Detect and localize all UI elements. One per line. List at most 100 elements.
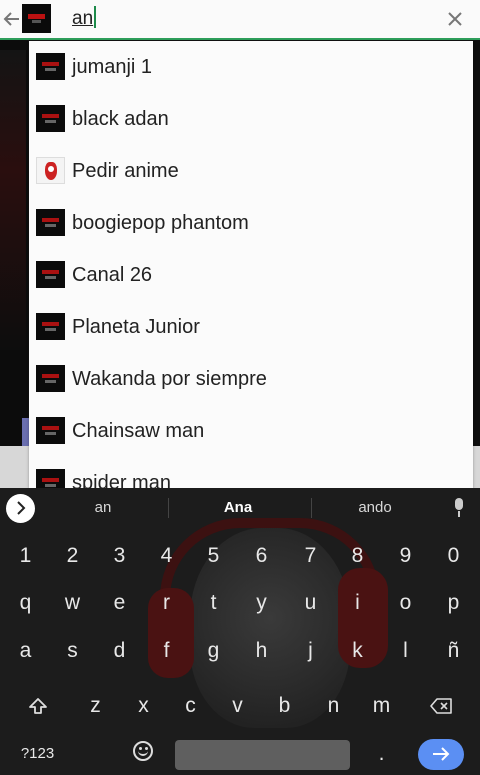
symbols-key[interactable]: ?123 bbox=[10, 730, 65, 775]
search-bar: an bbox=[0, 0, 480, 40]
bottom-row: ?123 . bbox=[0, 730, 480, 775]
enter-key[interactable] bbox=[418, 739, 464, 770]
key-o[interactable]: o bbox=[382, 579, 429, 627]
key-d[interactable]: d bbox=[96, 627, 143, 675]
suggestion-item[interactable]: Chainsaw man bbox=[29, 405, 473, 457]
app-logo bbox=[22, 4, 51, 33]
search-input[interactable]: an bbox=[72, 6, 432, 32]
suggestion-item[interactable]: boogiepop phantom bbox=[29, 197, 473, 249]
suggestion-item[interactable]: Planeta Junior bbox=[29, 301, 473, 353]
suggestion-item[interactable]: spider man bbox=[29, 457, 473, 488]
key-6[interactable]: 6 bbox=[238, 532, 285, 580]
chevron-right-icon bbox=[16, 501, 25, 515]
on-screen-keyboard: an Ana ando 1 2 3 4 5 6 7 8 9 0 q w e r … bbox=[0, 488, 480, 775]
channel-logo-icon bbox=[36, 209, 65, 236]
keyboard-suggestion[interactable]: Ana bbox=[178, 498, 298, 518]
clear-search-button[interactable] bbox=[442, 6, 468, 32]
key-x[interactable]: x bbox=[120, 682, 167, 730]
arrow-left-icon bbox=[3, 12, 19, 26]
key-2[interactable]: 2 bbox=[49, 532, 96, 580]
shift-key[interactable] bbox=[14, 682, 62, 730]
key-y[interactable]: y bbox=[238, 579, 285, 627]
key-t[interactable]: t bbox=[190, 579, 237, 627]
text-caret bbox=[94, 6, 97, 28]
key-p[interactable]: p bbox=[430, 579, 477, 627]
close-icon bbox=[448, 12, 462, 26]
key-g[interactable]: g bbox=[190, 627, 237, 675]
suggestion-label: black adan bbox=[72, 108, 169, 130]
key-s[interactable]: s bbox=[49, 627, 96, 675]
key-a[interactable]: a bbox=[2, 627, 49, 675]
channel-logo-icon bbox=[36, 417, 65, 444]
expand-toolbar-button[interactable] bbox=[6, 494, 35, 523]
suggestion-item[interactable]: jumanji 1 bbox=[29, 41, 473, 93]
key-r[interactable]: r bbox=[143, 579, 190, 627]
suggestion-label: boogiepop phantom bbox=[72, 212, 249, 234]
background-left-strip bbox=[0, 40, 30, 488]
key-h[interactable]: h bbox=[238, 627, 285, 675]
key-v[interactable]: v bbox=[214, 682, 261, 730]
suggestion-item[interactable]: Pedir anime bbox=[29, 145, 473, 197]
suggestion-label: Chainsaw man bbox=[72, 420, 205, 442]
key-c[interactable]: c bbox=[167, 682, 214, 730]
key-k[interactable]: k bbox=[334, 627, 381, 675]
divider bbox=[311, 498, 312, 518]
key-3[interactable]: 3 bbox=[96, 532, 143, 580]
key-l[interactable]: l bbox=[382, 627, 429, 675]
letter-row-1: q w e r t y u i o p bbox=[0, 579, 480, 627]
space-bar[interactable] bbox=[175, 740, 350, 770]
key-n-tilde[interactable]: ñ bbox=[430, 627, 477, 675]
key-e[interactable]: e bbox=[96, 579, 143, 627]
suggestion-label: Pedir anime bbox=[72, 160, 179, 182]
back-button[interactable] bbox=[0, 4, 24, 34]
background-thumbnail bbox=[0, 50, 26, 350]
channel-logo-icon bbox=[36, 469, 65, 488]
key-b[interactable]: b bbox=[261, 682, 308, 730]
letter-row-3: z x c v b n m bbox=[0, 682, 480, 730]
suggestion-label: jumanji 1 bbox=[72, 56, 153, 78]
arrow-right-icon bbox=[433, 747, 450, 761]
suggestion-label: spider man bbox=[72, 472, 171, 488]
key-m[interactable]: m bbox=[358, 682, 405, 730]
key-8[interactable]: 8 bbox=[334, 532, 381, 580]
suggestion-item[interactable]: Canal 26 bbox=[29, 249, 473, 301]
key-w[interactable]: w bbox=[49, 579, 96, 627]
key-4[interactable]: 4 bbox=[143, 532, 190, 580]
channel-logo-icon bbox=[36, 53, 65, 80]
key-q[interactable]: q bbox=[2, 579, 49, 627]
key-7[interactable]: 7 bbox=[287, 532, 334, 580]
backspace-icon bbox=[430, 698, 452, 715]
channel-logo-icon bbox=[36, 261, 65, 288]
keyboard-suggestion[interactable]: ando bbox=[315, 498, 435, 518]
microphone-icon[interactable] bbox=[450, 498, 468, 520]
key-u[interactable]: u bbox=[287, 579, 334, 627]
shift-arrow-icon bbox=[29, 698, 47, 715]
suggestion-label: Wakanda por siempre bbox=[72, 368, 267, 390]
anime-logo-icon bbox=[36, 157, 65, 184]
key-z[interactable]: z bbox=[72, 682, 119, 730]
key-j[interactable]: j bbox=[287, 627, 334, 675]
suggestion-item[interactable]: Wakanda por siempre bbox=[29, 353, 473, 405]
letter-row-2: a s d f g h j k l ñ bbox=[0, 627, 480, 675]
key-0[interactable]: 0 bbox=[430, 532, 477, 580]
channel-logo-icon bbox=[36, 105, 65, 132]
key-1[interactable]: 1 bbox=[2, 532, 49, 580]
search-input-value: an bbox=[72, 8, 94, 29]
suggestion-label: Canal 26 bbox=[72, 264, 153, 286]
backspace-key[interactable] bbox=[416, 682, 466, 730]
suggestion-item[interactable]: black adan bbox=[29, 93, 473, 145]
period-key[interactable]: . bbox=[358, 730, 405, 775]
keyboard-suggestion[interactable]: an bbox=[43, 498, 163, 518]
key-5[interactable]: 5 bbox=[190, 532, 237, 580]
key-f[interactable]: f bbox=[143, 627, 190, 675]
channel-logo-icon bbox=[36, 313, 65, 340]
emoji-icon[interactable] bbox=[133, 741, 153, 761]
key-i[interactable]: i bbox=[334, 579, 381, 627]
key-9[interactable]: 9 bbox=[382, 532, 429, 580]
keyboard-suggestion-strip: an Ana ando bbox=[0, 488, 480, 528]
search-suggestions-list: jumanji 1 black adan Pedir anime boogiep… bbox=[29, 41, 473, 488]
channel-logo-icon bbox=[36, 365, 65, 392]
key-n[interactable]: n bbox=[310, 682, 357, 730]
number-row: 1 2 3 4 5 6 7 8 9 0 bbox=[0, 532, 480, 580]
divider bbox=[168, 498, 169, 518]
